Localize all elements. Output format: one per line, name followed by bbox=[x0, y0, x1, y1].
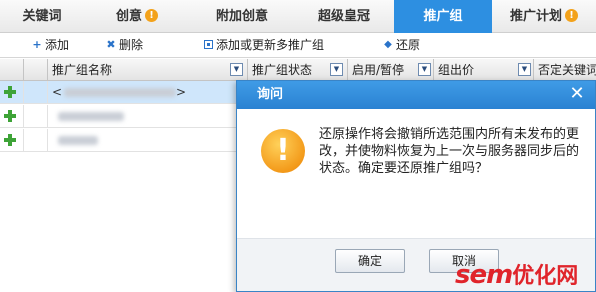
tab-keywords[interactable]: 关键词 bbox=[0, 0, 84, 33]
row-gutter-cell bbox=[24, 105, 48, 128]
column-header-group-name[interactable]: 推广组名称 bbox=[48, 59, 248, 81]
dialog-title: 询问 bbox=[257, 87, 284, 102]
warning-icon: ! bbox=[261, 129, 305, 173]
row-gutter-cell bbox=[24, 81, 48, 104]
delete-label: 删除 bbox=[119, 38, 144, 52]
add-update-multi-label: 添加或更新多推广组 bbox=[216, 38, 325, 52]
blurred-text bbox=[58, 112, 124, 121]
tab-extra-creative[interactable]: 附加创意 bbox=[190, 0, 294, 33]
add-label: 添加 bbox=[45, 38, 70, 52]
row-expand-cell[interactable] bbox=[0, 105, 24, 128]
add-button[interactable]: + 添加 bbox=[32, 33, 69, 58]
group-name-suffix: > bbox=[176, 85, 187, 99]
column-header-label: 推广组名称 bbox=[52, 63, 113, 77]
plus-icon: + bbox=[32, 37, 42, 51]
column-filter-dropdown-icon[interactable]: ▼ bbox=[230, 63, 243, 76]
close-icon[interactable]: ✕ bbox=[567, 83, 587, 105]
toolbar: + 添加 ✖ 删除 添加或更新多推广组 ◆ 还原 bbox=[0, 33, 596, 58]
plus-icon[interactable] bbox=[4, 86, 16, 98]
column-filter-dropdown-icon[interactable]: ▼ bbox=[518, 63, 531, 76]
tab-ad-group[interactable]: 推广组 bbox=[394, 0, 492, 33]
column-header-label: 否定关键词 bbox=[538, 63, 596, 77]
warning-badge-icon: ! bbox=[565, 9, 578, 22]
column-filter-dropdown-icon[interactable]: ▼ bbox=[330, 63, 343, 76]
watermark-text: 优化网 bbox=[512, 264, 579, 289]
dialog-title-bar[interactable]: 询问 bbox=[237, 81, 595, 109]
tab-label: 附加创意 bbox=[215, 9, 268, 24]
column-header-label: 推广组状态 bbox=[252, 63, 313, 77]
tab-campaign[interactable]: 推广计划! bbox=[492, 0, 596, 33]
confirm-button[interactable]: 确定 bbox=[335, 249, 405, 273]
grid-header: 推广组名称 ▼ 推广组状态 ▼ 启用/暂停 ▼ 组出价 ▼ 否定关键词 bbox=[0, 59, 596, 81]
restore-button[interactable]: ◆ 还原 bbox=[383, 33, 420, 58]
column-header-negative-keywords[interactable]: 否定关键词 bbox=[534, 59, 596, 81]
tab-label: 推广计划 bbox=[509, 9, 562, 24]
watermark: sem优化网 bbox=[455, 258, 578, 290]
box-icon bbox=[204, 40, 213, 49]
column-filter-dropdown-icon[interactable]: ▼ bbox=[418, 63, 431, 76]
tab-label: 关键词 bbox=[22, 9, 62, 24]
column-header-label: 启用/暂停 bbox=[352, 63, 405, 77]
row-expand-cell[interactable] bbox=[0, 129, 24, 152]
top-tab-bar: 关键词 创意! 附加创意 超级皇冠 推广组 推广计划! bbox=[0, 0, 596, 33]
plus-icon[interactable] bbox=[4, 110, 16, 122]
grid-header-gutter bbox=[0, 59, 24, 81]
column-header-label: 组出价 bbox=[438, 63, 475, 77]
x-icon: ✖ bbox=[106, 37, 116, 51]
tab-label: 推广组 bbox=[423, 9, 463, 24]
plus-icon[interactable] bbox=[4, 134, 16, 146]
dialog-message: 还原操作将会撤销所选范围内所有未发布的更改，并使物料恢复为上一次与服务器同步后的… bbox=[319, 127, 580, 176]
restore-label: 还原 bbox=[396, 38, 421, 52]
tab-creative[interactable]: 创意! bbox=[84, 0, 190, 33]
tab-label: 超级皇冠 bbox=[317, 9, 370, 24]
group-name-cell[interactable] bbox=[48, 105, 248, 128]
row-expand-cell[interactable] bbox=[0, 81, 24, 104]
group-name-prefix: < bbox=[52, 85, 63, 99]
row-gutter-cell bbox=[24, 129, 48, 152]
group-name-cell[interactable] bbox=[48, 129, 248, 152]
group-name-cell[interactable]: < > ✎ bbox=[48, 81, 285, 104]
tab-super-crown[interactable]: 超级皇冠 bbox=[294, 0, 394, 33]
delete-button[interactable]: ✖ 删除 bbox=[106, 33, 143, 58]
blurred-text bbox=[64, 88, 176, 97]
blurred-text bbox=[58, 136, 98, 145]
diamond-icon: ◆ bbox=[384, 38, 392, 50]
warning-badge-icon: ! bbox=[145, 9, 158, 22]
watermark-brand: sem bbox=[455, 260, 513, 290]
add-update-multi-button[interactable]: 添加或更新多推广组 bbox=[204, 33, 324, 58]
grid-header-gutter bbox=[24, 59, 48, 81]
tab-label: 创意 bbox=[115, 9, 142, 24]
